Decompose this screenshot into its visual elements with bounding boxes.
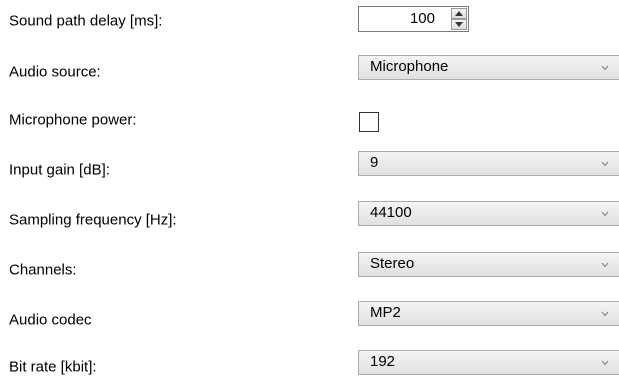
channels-dropdown[interactable]: Stereo (358, 252, 619, 277)
mic-power-checkbox[interactable] (359, 112, 379, 132)
spinner-up-button[interactable] (451, 8, 467, 19)
chevron-down-icon (601, 65, 609, 71)
sampling-frequency-label: Sampling frequency [Hz]: (9, 211, 177, 229)
sound-delay-row: Sound path delay [ms]: 100 (0, 4, 619, 34)
audio-codec-row: Audio codec MP2 (0, 301, 619, 333)
audio-codec-value: MP2 (370, 304, 401, 321)
sampling-frequency-dropdown[interactable]: 44100 (358, 201, 619, 226)
audio-source-label: Audio source: (9, 63, 101, 81)
chevron-down-icon (455, 22, 463, 27)
mic-power-label: Microphone power: (9, 111, 137, 129)
sampling-frequency-row: Sampling frequency [Hz]: 44100 (0, 201, 619, 233)
input-gain-dropdown[interactable]: 9 (358, 151, 619, 176)
input-gain-row: Input gain [dB]: 9 (0, 151, 619, 183)
sound-delay-value[interactable]: 100 (410, 10, 435, 28)
channels-value: Stereo (370, 255, 415, 272)
sound-delay-label: Sound path delay [ms]: (9, 12, 163, 30)
input-gain-label: Input gain [dB]: (9, 161, 110, 179)
chevron-down-icon (601, 311, 609, 317)
audio-codec-dropdown[interactable]: MP2 (358, 301, 619, 326)
bit-rate-dropdown[interactable]: 192 (358, 350, 619, 375)
chevron-down-icon (601, 262, 609, 268)
chevron-down-icon (601, 360, 609, 366)
sampling-frequency-value: 44100 (370, 204, 412, 221)
audio-source-dropdown[interactable]: Microphone (358, 55, 619, 80)
bit-rate-value: 192 (370, 353, 396, 370)
audio-source-row: Audio source: Microphone (0, 55, 619, 85)
input-gain-value: 9 (370, 154, 379, 171)
sound-delay-spinner[interactable]: 100 (358, 6, 469, 32)
chevron-down-icon (601, 211, 609, 217)
channels-label: Channels: (9, 261, 77, 279)
audio-codec-label: Audio codec (9, 311, 92, 329)
mic-power-row: Microphone power: (0, 103, 619, 133)
bit-rate-label: Bit rate [kbit]: (9, 358, 97, 376)
audio-source-value: Microphone (370, 58, 449, 75)
chevron-down-icon (601, 161, 609, 167)
channels-row: Channels: Stereo (0, 252, 619, 283)
spinner-down-button[interactable] (451, 19, 467, 30)
chevron-up-icon (455, 11, 463, 16)
bit-rate-row: Bit rate [kbit]: 192 (0, 350, 619, 380)
